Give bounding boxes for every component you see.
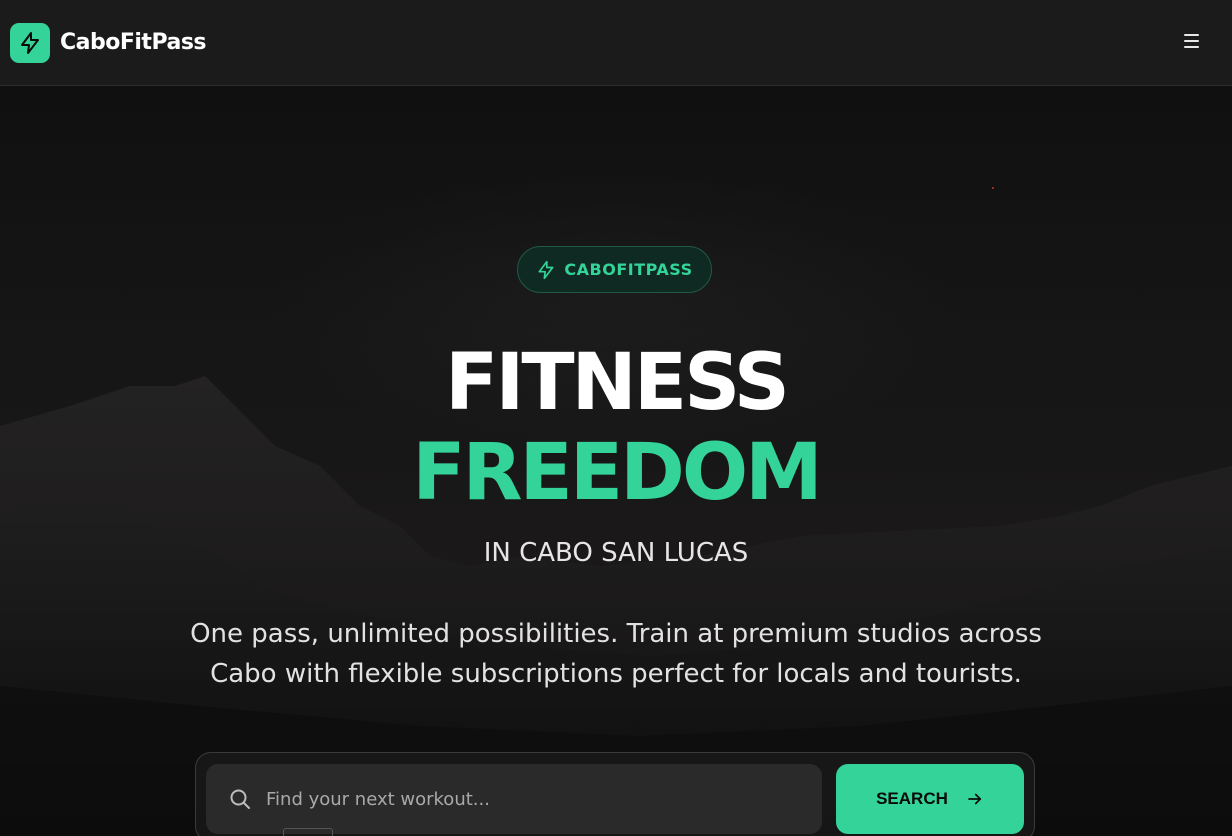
arrow-right-icon bbox=[968, 793, 981, 805]
search-button[interactable]: SEARCH bbox=[836, 764, 1024, 834]
brand-name[interactable]: CaboFitPass bbox=[60, 30, 207, 55]
hamburger-menu-icon[interactable] bbox=[1184, 31, 1204, 51]
search-bar: SEARCH bbox=[195, 752, 1035, 836]
search-button-label: SEARCH bbox=[876, 789, 948, 808]
hero-description: One pass, unlimited possibilities. Train… bbox=[190, 619, 1042, 689]
hero-badge: CABOFITPASS bbox=[517, 246, 712, 293]
hero-title-line-2: FREEDOM bbox=[412, 428, 823, 518]
top-navbar: CaboFitPass bbox=[0, 0, 1232, 86]
search-input[interactable] bbox=[266, 788, 786, 810]
logo[interactable] bbox=[10, 22, 50, 63]
bolt-icon bbox=[538, 260, 554, 279]
hero-title-line-1: FITNESS bbox=[445, 338, 790, 428]
search-icon bbox=[230, 789, 250, 809]
hero-subtitle: IN CABO SAN LUCAS bbox=[483, 538, 749, 568]
badge-label: CABOFITPASS bbox=[564, 260, 693, 279]
bolt-icon bbox=[21, 31, 39, 54]
search-field[interactable] bbox=[206, 764, 822, 834]
hero-section: CABOFITPASS FITNESS FREEDOM IN CABO SAN … bbox=[0, 86, 1232, 836]
autocomplete-dropdown-edge bbox=[283, 828, 333, 836]
